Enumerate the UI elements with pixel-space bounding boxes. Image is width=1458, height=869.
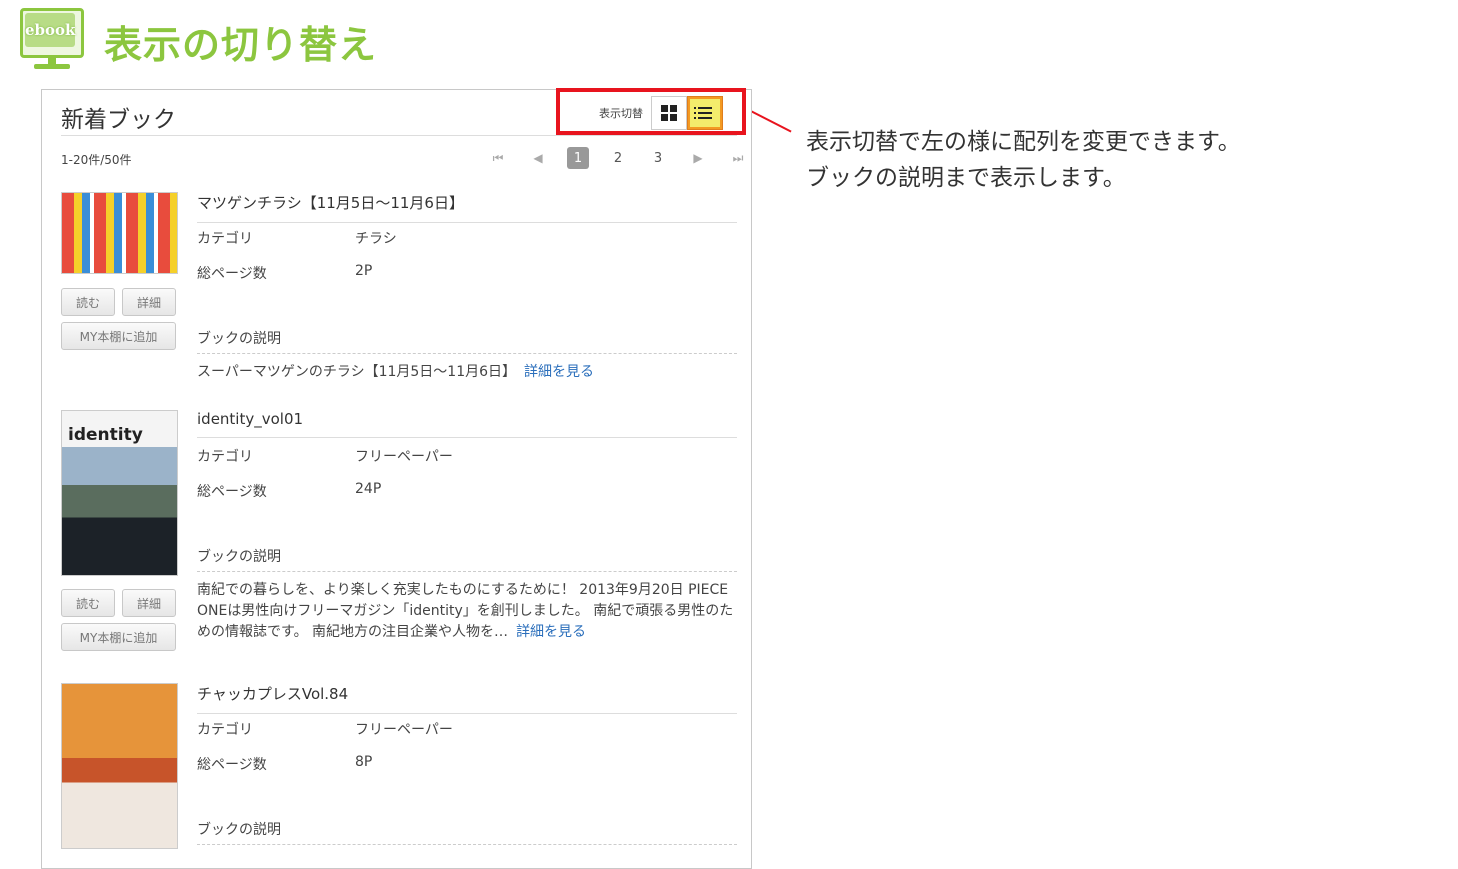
page-2-button[interactable]: 2 [607, 147, 629, 169]
heading-title: 表示の切り替え [104, 23, 378, 67]
pages-value: 8P [355, 754, 373, 770]
description-text: スーパーマツゲンのチラシ【11月5日〜11月6日】 詳細を見る [197, 364, 595, 380]
book-item: identity 読む 詳細 MY本棚に追加 identity_vol01 カテ… [61, 410, 737, 670]
pages-value: 2P [355, 263, 373, 279]
prev-page-button[interactable]: ◀ [527, 147, 549, 169]
book-title[interactable]: チャッカプレスVol.84 [197, 683, 737, 704]
category-value: フリーペーパー [355, 449, 453, 465]
book-title[interactable]: identity_vol01 [197, 410, 737, 428]
category-row: カテゴリ フリーペーパー [197, 446, 453, 466]
title-divider [61, 135, 737, 136]
description-text: 南紀での暮らしを、より楽しく充実したものにするために！ 2013年9月20日 P… [197, 582, 734, 640]
book-title[interactable]: マツゲンチラシ【11月5日〜11月6日】 [197, 192, 737, 213]
ebook-logo-icon: ebook [18, 6, 90, 70]
pages-row: 総ページ数 24P [197, 481, 381, 501]
list-view-button[interactable] [687, 96, 723, 130]
book-info: identity_vol01 カテゴリ フリーペーパー 総ページ数 24P ブッ… [197, 410, 737, 640]
pages-value: 24P [355, 481, 382, 497]
description-label: ブックの説明 [197, 331, 281, 347]
category-label: カテゴリ [197, 722, 253, 738]
annotation-line-1: 表示切替で左の様に配列を変更できます。 [806, 129, 1241, 155]
pages-row: 総ページ数 2P [197, 263, 372, 283]
logo-text: ebook [25, 21, 76, 39]
pages-row: 総ページ数 8P [197, 754, 372, 774]
result-count: 1-20件/50件 [61, 153, 132, 167]
view-switch-label: 表示切替 [599, 107, 643, 120]
book-item: チャッカプレスVol.84 カテゴリ フリーペーパー 総ページ数 8P ブックの… [61, 683, 737, 868]
see-more-link[interactable]: 詳細を見る [516, 624, 586, 640]
category-row: カテゴリ チラシ [197, 228, 397, 248]
category-row: カテゴリ フリーペーパー [197, 719, 453, 739]
category-value: チラシ [355, 231, 397, 247]
list-icon [694, 104, 712, 122]
add-to-shelf-button[interactable]: MY本棚に追加 [61, 623, 176, 651]
next-page-button[interactable]: ▶ [687, 147, 709, 169]
annotation-line-2: ブックの説明まで表示します。 [806, 165, 1126, 191]
book-item: 読む 詳細 MY本棚に追加 マツゲンチラシ【11月5日〜11月6日】 カテゴリ … [61, 192, 737, 392]
page-heading: ebook 表示の切り替え [18, 6, 377, 72]
book-cover-image[interactable]: identity [61, 410, 178, 576]
read-button[interactable]: 読む [61, 288, 115, 316]
book-info: マツゲンチラシ【11月5日〜11月6日】 カテゴリ チラシ 総ページ数 2P ブ… [197, 192, 737, 380]
pages-label: 総ページ数 [197, 484, 267, 500]
annotation-pointer-line [746, 108, 792, 133]
grid-view-button[interactable] [651, 96, 687, 130]
book-cover-image[interactable] [61, 683, 178, 849]
new-books-panel: 新着ブック 1-20件/50件 ⏮ ◀ 1 2 3 ▶ ⏭ 読む 詳細 MY本棚… [41, 89, 752, 869]
category-label: カテゴリ [197, 231, 253, 247]
book-info: チャッカプレスVol.84 カテゴリ フリーペーパー 総ページ数 8P ブックの… [197, 683, 737, 845]
page-3-button[interactable]: 3 [647, 147, 669, 169]
annotation-text: 表示切替で左の様に配列を変更できます。 ブックの説明まで表示します。 [806, 124, 1241, 196]
description-label: ブックの説明 [197, 549, 281, 565]
pages-label: 総ページ数 [197, 757, 267, 773]
last-page-button[interactable]: ⏭ [727, 147, 749, 169]
description-label: ブックの説明 [197, 822, 281, 838]
book-cover-image[interactable] [61, 192, 178, 274]
add-to-shelf-button[interactable]: MY本棚に追加 [61, 322, 176, 350]
detail-button[interactable]: 詳細 [122, 288, 176, 316]
category-value: フリーペーパー [355, 722, 453, 738]
cover-text: identity [68, 425, 143, 445]
pages-label: 総ページ数 [197, 266, 267, 282]
category-label: カテゴリ [197, 449, 253, 465]
see-more-link[interactable]: 詳細を見る [524, 364, 594, 380]
view-switcher: 表示切替 [561, 96, 723, 130]
read-button[interactable]: 読む [61, 589, 115, 617]
panel-title: 新着ブック [61, 107, 176, 133]
grid-icon [661, 105, 677, 121]
detail-button[interactable]: 詳細 [122, 589, 176, 617]
page-1-button[interactable]: 1 [567, 147, 589, 169]
first-page-button[interactable]: ⏮ [487, 147, 509, 169]
pagination: ⏮ ◀ 1 2 3 ▶ ⏭ [478, 147, 751, 169]
